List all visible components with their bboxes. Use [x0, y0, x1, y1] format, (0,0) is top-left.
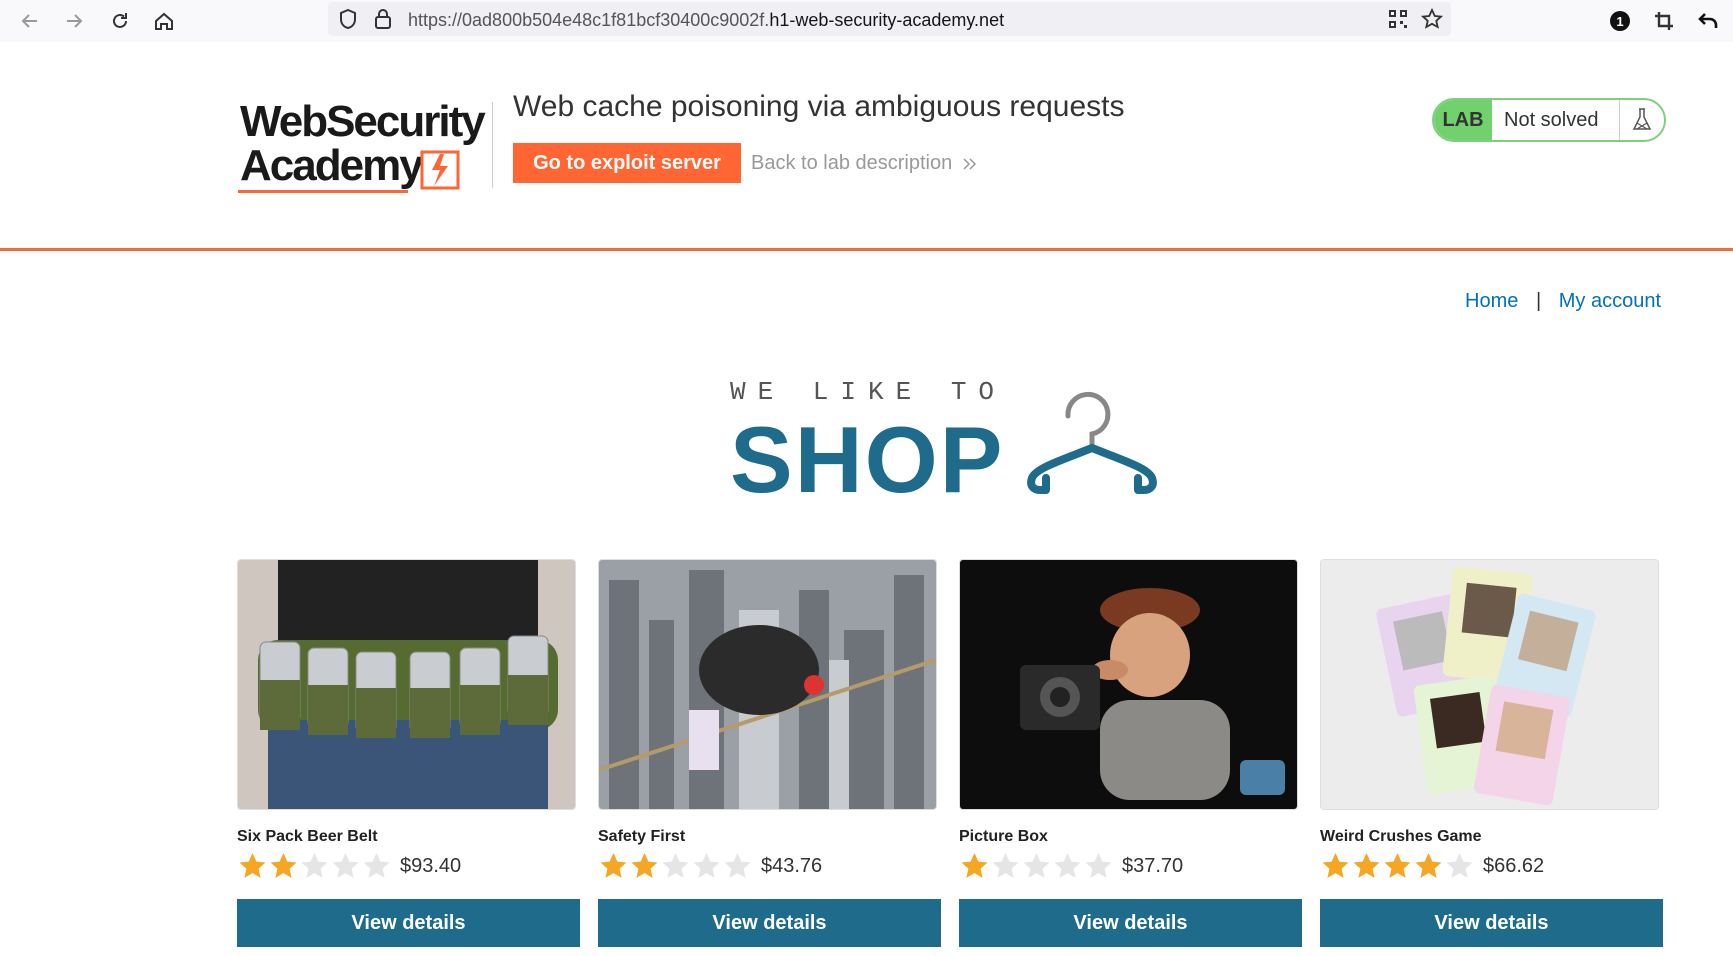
header-divider: [492, 102, 493, 188]
star-filled-icon: [961, 852, 988, 878]
my-account-link[interactable]: My account: [1559, 290, 1661, 312]
logo-underline: [238, 190, 408, 193]
star-filled-icon: [239, 852, 266, 878]
exploit-server-button[interactable]: Go to exploit server: [513, 143, 741, 183]
star-empty-icon: [1023, 852, 1050, 878]
star-empty-icon: [363, 852, 390, 878]
flask-icon: [1619, 100, 1664, 140]
star-rating: [598, 851, 753, 882]
view-details-button[interactable]: View details: [1320, 899, 1663, 947]
url-text[interactable]: https://0ad800b504e48c1f81bcf30400c9002f…: [408, 10, 1004, 31]
product-image-safety-first[interactable]: [598, 559, 937, 810]
lab-header: WebSecurity Academy Web cache poisoning …: [0, 42, 1733, 251]
star-empty-icon: [724, 852, 751, 878]
product-price: $66.62: [1483, 854, 1545, 877]
home-icon[interactable]: [150, 7, 178, 35]
web-security-academy-logo[interactable]: WebSecurity Academy: [238, 97, 490, 193]
logo-text-line1: WebSecurity: [240, 97, 486, 146]
star-filled-icon: [631, 852, 658, 878]
extension-badge: 1: [1610, 11, 1630, 31]
star-empty-icon: [693, 852, 720, 878]
lab-badge-label: LAB: [1434, 100, 1492, 140]
undo-arrow-icon[interactable]: [1694, 7, 1722, 35]
rating-row: $66.62: [1320, 848, 1663, 884]
product-image-beer-belt[interactable]: [237, 559, 576, 810]
reload-icon[interactable]: [106, 7, 134, 35]
product-card: Safety First $43.76 View details: [598, 559, 941, 947]
star-empty-icon: [1054, 852, 1081, 878]
view-details-button[interactable]: View details: [959, 899, 1302, 947]
banner-title: SHOP: [730, 407, 1005, 512]
shield-icon[interactable]: [338, 8, 358, 35]
product-image-picture-box[interactable]: [959, 559, 1298, 810]
forward-arrow-icon[interactable]: [60, 7, 88, 35]
back-arrow-icon[interactable]: [16, 7, 44, 35]
product-card: Weird Crushes Game $66.62 View details: [1320, 559, 1663, 947]
url-prefix: https://0ad800b504e48c1f81bcf30400c9002f…: [408, 10, 770, 30]
product-price: $37.70: [1122, 854, 1184, 877]
bookmark-star-icon[interactable]: [1420, 7, 1444, 35]
logo-text-line2: Academy: [240, 141, 424, 190]
star-filled-icon: [1322, 852, 1349, 878]
product-name: Safety First: [598, 828, 686, 845]
shop-banner: WE LIKE TO SHOP: [730, 372, 1170, 510]
back-to-lab-link[interactable]: Back to lab description: [751, 152, 978, 175]
product-card: Picture Box $37.70 View details: [959, 559, 1302, 947]
product-image-weird-crushes[interactable]: [1320, 559, 1659, 810]
lightning-logo-icon: [420, 150, 460, 190]
product-name: Weird Crushes Game: [1320, 828, 1482, 845]
star-rating: [1320, 851, 1475, 882]
lab-title: Web cache poisoning via ambiguous reques…: [513, 90, 1125, 123]
coat-hanger-icon: [1027, 391, 1157, 494]
double-chevron-right-icon: [963, 157, 977, 170]
product-name: Six Pack Beer Belt: [237, 828, 378, 845]
crop-icon[interactable]: [1650, 7, 1678, 35]
rating-row: $37.70: [959, 848, 1302, 884]
browser-toolbar: https://0ad800b504e48c1f81bcf30400c9002f…: [0, 0, 1733, 43]
star-filled-icon: [600, 852, 627, 878]
star-empty-icon: [301, 852, 328, 878]
back-link-label: Back to lab description: [751, 152, 953, 174]
star-filled-icon: [1353, 852, 1380, 878]
star-filled-icon: [1384, 852, 1411, 878]
view-details-button[interactable]: View details: [598, 899, 941, 947]
address-bar[interactable]: https://0ad800b504e48c1f81bcf30400c9002f…: [328, 2, 1451, 36]
star-filled-icon: [270, 852, 297, 878]
home-link[interactable]: Home: [1465, 290, 1518, 312]
product-name: Picture Box: [959, 828, 1048, 845]
rating-row: $43.76: [598, 848, 941, 884]
top-navigation: Home | My account: [1465, 290, 1661, 313]
star-empty-icon: [662, 852, 689, 878]
banner-tagline: WE LIKE TO: [730, 377, 1007, 407]
rating-row: $93.40: [237, 848, 580, 884]
star-empty-icon: [1085, 852, 1112, 878]
lab-status-text: Not solved: [1504, 108, 1599, 131]
product-card: Six Pack Beer Belt $93.40 View details: [237, 559, 580, 947]
view-details-button[interactable]: View details: [237, 899, 580, 947]
star-rating: [959, 851, 1114, 882]
nav-separator: |: [1535, 290, 1542, 312]
star-empty-icon: [1446, 852, 1473, 878]
star-empty-icon: [992, 852, 1019, 878]
product-price: $93.40: [400, 854, 462, 877]
product-price: $43.76: [761, 854, 823, 877]
star-rating: [237, 851, 392, 882]
star-empty-icon: [332, 852, 359, 878]
lab-status-badge: LAB Not solved: [1432, 98, 1666, 142]
lock-icon[interactable]: [374, 8, 392, 35]
star-filled-icon: [1415, 852, 1442, 878]
url-domain: h1-web-security-academy.net: [769, 10, 1005, 30]
extension-icon[interactable]: 1: [1606, 7, 1634, 35]
qr-code-icon[interactable]: [1388, 9, 1408, 34]
